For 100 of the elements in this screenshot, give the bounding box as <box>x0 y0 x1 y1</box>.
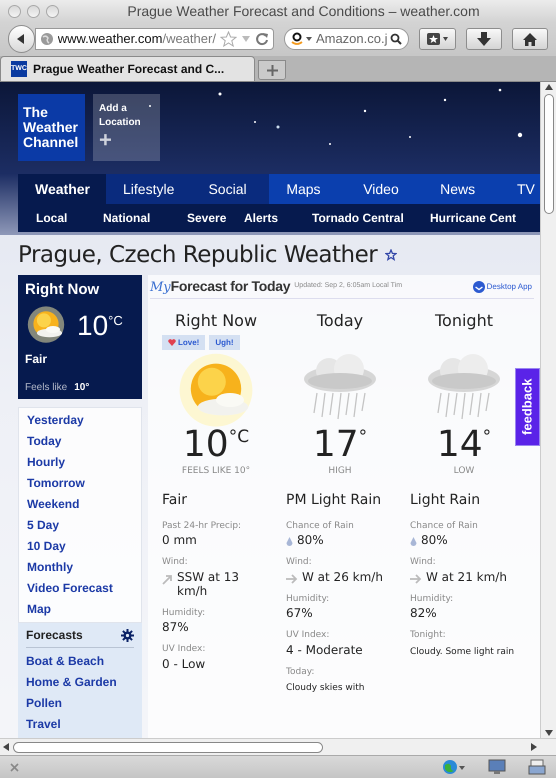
temperature: 10 <box>182 425 229 465</box>
page-title: Prague, Czech Republic Weather <box>18 240 378 270</box>
stat-label: Wind: <box>286 556 313 569</box>
star-icon[interactable] <box>385 249 398 261</box>
downloads-button[interactable] <box>466 28 502 50</box>
right-arrow-icon <box>286 574 298 584</box>
bookmark-star-icon[interactable] <box>220 31 237 47</box>
logo[interactable]: The Weather Channel <box>18 94 85 161</box>
section-heading: Forecasts <box>26 627 83 644</box>
stat-value: 87% <box>162 620 190 634</box>
add-location-button[interactable]: Add a Location + <box>93 94 160 161</box>
sidebar-link[interactable]: Video Forecast <box>27 578 133 599</box>
diagonal-arrow-icon <box>162 574 173 584</box>
sidebar-link[interactable]: Yesterday <box>27 410 133 431</box>
star-menu-icon <box>426 33 449 45</box>
stat-value: W at 26 km/h <box>302 570 384 584</box>
sidebar-link[interactable]: Monthly <box>27 557 133 578</box>
stat-label: Past 24-hr Precip: <box>162 520 242 532</box>
subnav-link[interactable]: Severe <box>169 209 226 227</box>
temperature: 10 <box>77 310 108 340</box>
gear-icon[interactable] <box>121 628 134 642</box>
desktop-app-link[interactable]: Desktop App <box>472 280 534 292</box>
scroll-down-icon[interactable] <box>544 730 552 736</box>
subnav-link[interactable]: Local <box>18 209 85 227</box>
temperature: 17 <box>312 425 359 465</box>
temperature: 14 <box>436 425 483 465</box>
home-button[interactable] <box>512 28 548 50</box>
stat-label: Today: <box>286 666 316 678</box>
monitor-icon[interactable] <box>488 759 506 775</box>
nav-tab[interactable]: Weather <box>18 174 106 204</box>
new-tab-button[interactable] <box>258 60 286 80</box>
nav-tab[interactable]: Social <box>191 174 270 204</box>
raindrop-icon <box>286 537 293 547</box>
feels-like-value: 10° <box>74 380 90 394</box>
stat-value: Cloudy. Some light rain <box>410 646 514 658</box>
stat-label: UV Index: <box>162 643 206 656</box>
logo-text: Weather <box>23 120 79 135</box>
temperature-caption: FEELS LIKE 10° <box>180 465 252 478</box>
stat-label: Wind: <box>410 556 437 569</box>
stat-label: Wind: <box>162 556 189 569</box>
vertical-scrollbar[interactable] <box>540 82 556 738</box>
stat-value: 0 - Low <box>162 656 206 670</box>
search-icon[interactable] <box>390 33 402 45</box>
my-logo: My <box>150 278 171 297</box>
download-icon <box>472 280 485 292</box>
sidebar-link[interactable]: Boat & Beach <box>26 651 134 672</box>
condition-text: Fair <box>162 490 188 510</box>
nav-tab[interactable]: Lifestyle <box>106 174 192 204</box>
condition-text: PM Light Rain <box>286 490 382 510</box>
feels-like-label: Feels like <box>25 380 68 394</box>
scroll-right-icon[interactable] <box>531 743 537 751</box>
search-engine-text: Amazon.co.j <box>316 30 388 48</box>
sidebar-link[interactable]: Travel <box>26 714 134 735</box>
sidebar-link[interactable]: 10 Day <box>27 536 133 557</box>
ugh-button[interactable]: Ugh! <box>209 335 240 350</box>
stat-value: 4 - Moderate <box>286 642 364 656</box>
globe-icon[interactable] <box>442 759 466 775</box>
sidebar-link[interactable]: Home & Garden <box>26 672 134 693</box>
globe-icon <box>40 32 54 46</box>
scroll-left-icon[interactable] <box>3 743 9 751</box>
column-heading: Today <box>316 310 364 332</box>
horizontal-scrollbar[interactable] <box>0 738 556 755</box>
stat-value: W at 21 km/h <box>426 570 508 584</box>
search-engine-icon[interactable] <box>290 32 313 46</box>
address-field[interactable]: www.weather.com/weather/ <box>34 28 274 50</box>
reload-icon[interactable] <box>254 32 269 46</box>
stat-value: 82% <box>410 606 438 620</box>
scroll-up-icon[interactable] <box>544 84 552 90</box>
subnav-link[interactable]: National <box>85 209 169 227</box>
raindrop-icon <box>410 537 417 547</box>
sidebar-link[interactable]: Today <box>27 431 133 452</box>
url-host-text: www.weather.com <box>58 31 162 46</box>
feedback-button[interactable]: feedback <box>515 368 540 446</box>
condition-text: Fair <box>25 350 48 368</box>
stat-value: 0 mm <box>162 533 198 547</box>
search-field[interactable]: Amazon.co.j <box>284 28 410 50</box>
back-button[interactable] <box>8 25 35 53</box>
column-heading: Tonight <box>434 310 494 332</box>
sidebar-link[interactable]: Pollen <box>26 693 134 714</box>
sidebar-link[interactable]: Map <box>27 599 133 620</box>
scrollbar-thumb[interactable] <box>13 742 323 752</box>
sidebar-link[interactable]: Tomorrow <box>27 473 133 494</box>
card-title: Right Now <box>25 280 100 300</box>
subnav-link[interactable]: Alerts <box>226 209 294 227</box>
plus-icon <box>266 64 278 76</box>
subnav-link[interactable]: Hurricane Cent <box>412 209 516 227</box>
stat-label: Tonight: <box>410 629 447 642</box>
sidebar-link[interactable]: Hourly <box>27 452 133 473</box>
home-icon <box>522 32 537 46</box>
sidebar-link[interactable]: 5 Day <box>27 515 133 536</box>
sidebar-link[interactable]: Weekend <box>27 494 133 515</box>
subnav-link[interactable]: Tornado Central <box>294 209 412 227</box>
device-icon[interactable] <box>528 759 546 775</box>
love-button[interactable]: Love! <box>162 335 206 350</box>
window-title: Prague Weather Forecast and Conditions – weather.com <box>126 2 481 21</box>
url-path-text: /weather/ <box>162 31 216 46</box>
down-arrow-icon <box>476 32 491 46</box>
scrollbar-thumb[interactable] <box>544 94 554 214</box>
stat-label: Humidity: <box>286 592 330 606</box>
bookmarks-button[interactable] <box>419 28 456 50</box>
